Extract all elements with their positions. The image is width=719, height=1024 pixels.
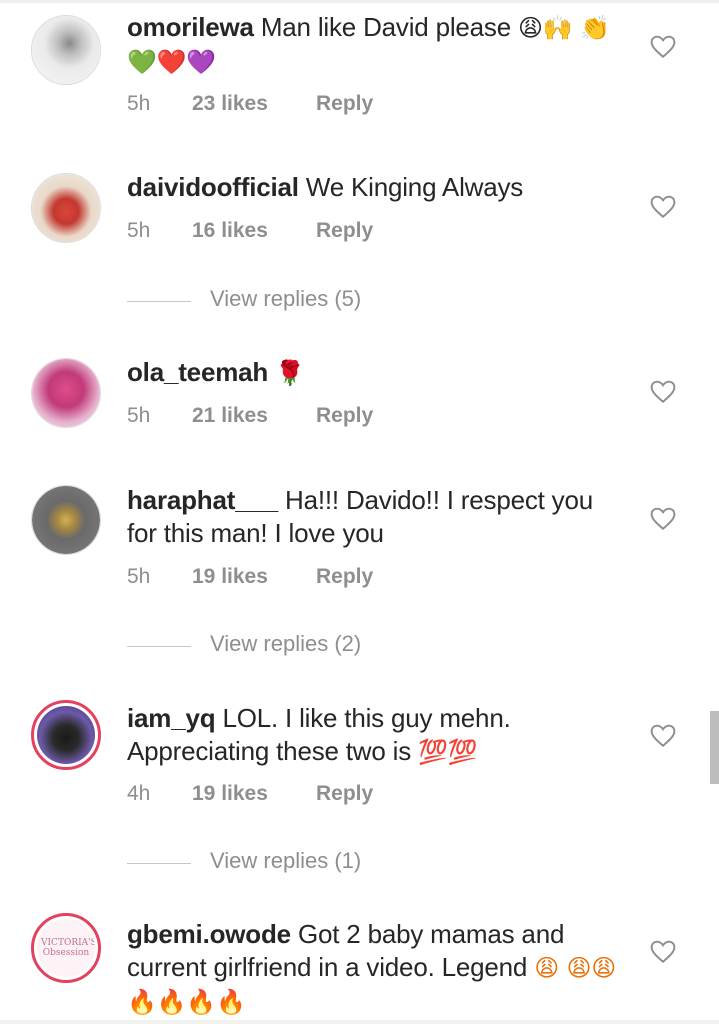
top-divider [0,0,719,3]
view-replies-label: View replies (1) [210,848,362,873]
avatar[interactable] [31,173,101,243]
reply-button[interactable]: Reply [316,565,373,589]
avatar-logo-text: VICTORIA'S Obsession [41,938,95,958]
comment-username[interactable]: ola_teemah [127,357,268,387]
heart-outline-icon[interactable] [650,35,676,59]
comment-username[interactable]: gbemi.owode [127,919,291,949]
reply-divider [127,863,191,864]
comment-likes[interactable]: 23 likes [192,92,268,116]
avatar[interactable] [31,700,101,770]
view-replies-button[interactable]: View replies (5) [127,286,527,316]
view-replies-label: View replies (2) [210,631,362,656]
comment-likes[interactable]: 19 likes [192,782,268,806]
reply-button[interactable]: Reply [316,219,373,243]
comment-text: We Kinging Always [305,172,524,202]
scrollbar-thumb[interactable] [710,711,719,784]
reply-divider [127,301,191,302]
view-replies-label: View replies (5) [210,286,362,311]
heart-outline-icon[interactable] [650,724,676,748]
reply-button[interactable]: Reply [316,782,373,806]
heart-outline-icon[interactable] [650,380,676,404]
comment-time: 5h [127,565,151,588]
comment-username[interactable]: iam_yq [127,703,216,733]
comment-emojis: 🌹 [275,359,305,387]
reply-button[interactable]: Reply [316,92,373,116]
comment-username[interactable]: haraphat___ [127,485,278,515]
view-replies-button[interactable]: View replies (2) [127,631,527,661]
comment-time: 5h [127,219,151,242]
comment-username[interactable]: omorilewa [127,12,254,42]
reply-divider [127,646,191,647]
comment-time: 5h [127,404,151,427]
heart-outline-icon[interactable] [650,940,676,964]
comment-likes[interactable]: 21 likes [192,404,268,428]
comment-likes[interactable]: 16 likes [192,219,268,243]
comment-likes[interactable]: 19 likes [192,565,268,589]
heart-outline-icon[interactable] [650,507,676,531]
avatar[interactable] [31,15,101,85]
avatar[interactable] [31,358,101,428]
comment-time: 4h [127,782,151,805]
view-replies-button[interactable]: View replies (1) [127,848,527,878]
reply-button[interactable]: Reply [316,404,373,428]
bottom-divider [0,1020,719,1024]
avatar[interactable] [31,485,101,555]
comment-time: 5h [127,92,151,115]
comment-emojis: 💯💯 [418,738,478,766]
comment-text: Man like David please [260,12,511,42]
comment-username[interactable]: daividoofficial [127,172,299,202]
heart-outline-icon[interactable] [650,195,676,219]
avatar[interactable]: VICTORIA'S Obsession [31,913,101,983]
